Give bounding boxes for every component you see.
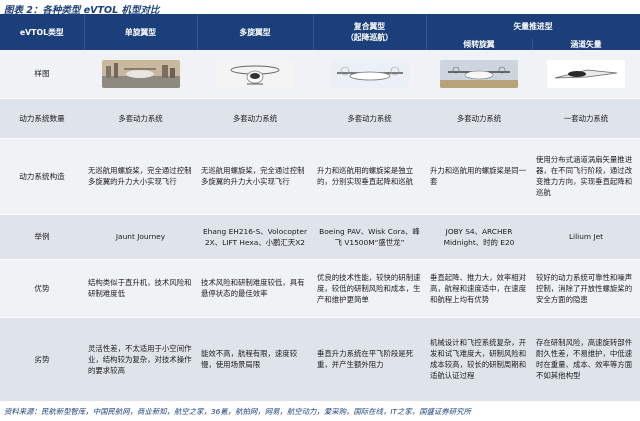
ducted-vector-jet-image xyxy=(547,59,625,88)
header-tilt-rotor: 倾转旋翼 xyxy=(426,38,533,50)
examples-ducted-vector: Lilium Jet xyxy=(532,214,640,260)
count-single-rotor: 多套动力系统 xyxy=(84,98,197,139)
multi-rotor-aircraft-image xyxy=(216,59,294,88)
examples-compound-wing: Boeing PAV、Wisk Cora、峰飞 V1500M“盛世龙” xyxy=(313,214,426,260)
structure-tilt-rotor: 升力和巡航用的螺旋桨是同一套 xyxy=(426,138,532,215)
structure-ducted-vector: 使用分布式涵道涡扇矢量推进器，在不同飞行阶段，通过改变推力方向，实现垂直起降和巡… xyxy=(532,138,640,215)
row-label-examples: 举例 xyxy=(0,214,84,260)
tilt-rotor-aircraft-image xyxy=(440,59,518,88)
image-single-rotor xyxy=(84,50,197,99)
row-count: 动力系统数量 多套动力系统 多套动力系统 多套动力系统 多套动力系统 一套动力系… xyxy=(0,98,640,139)
row-pros: 优势 结构类似于直升机，技术风险和研制难度低 技术风险和研制难度较低，具有悬停状… xyxy=(0,259,640,318)
image-multi-rotor xyxy=(197,50,313,99)
header-multi-rotor: 多旋翼型 xyxy=(197,14,314,50)
image-ducted-vector xyxy=(532,50,640,99)
pros-multi-rotor: 技术风险和研制难度较低，具有悬停状态的最佳效率 xyxy=(197,259,313,318)
examples-multi-rotor: Ehang EH216-S、Volocopter 2X、LIFT Hexa、小鹏… xyxy=(197,214,313,260)
examples-tilt-rotor: JOBY S4、ARCHER Midnight、时的 E20 xyxy=(426,214,532,260)
count-compound-wing: 多套动力系统 xyxy=(313,98,426,139)
row-label-structure: 动力系统构造 xyxy=(0,138,84,215)
row-cons: 劣势 灵活性差，不太适用于小空间作业，结构较为复杂，对技术操作的要求较高 能效不… xyxy=(0,317,640,402)
cons-multi-rotor: 能效不高，航程有限，速度较慢，使用场景局限 xyxy=(197,317,313,402)
row-image: 样图 xyxy=(0,50,640,99)
cons-single-rotor: 灵活性差，不太适用于小空间作业，结构较为复杂，对技术操作的要求较高 xyxy=(84,317,197,402)
pros-single-rotor: 结构类似于直升机，技术风险和研制难度低 xyxy=(84,259,197,318)
row-label-cons: 劣势 xyxy=(0,317,84,402)
header-evtol-type: eVTOL类型 xyxy=(0,14,85,50)
row-examples: 举例 Jaunt Journey Ehang EH216-S、Volocopte… xyxy=(0,214,640,260)
row-label-image: 样图 xyxy=(0,50,84,99)
count-tilt-rotor: 多套动力系统 xyxy=(426,98,532,139)
pros-tilt-rotor: 垂直起降、推力大，效率相对高，航程和速度适中，在速度和航程上均有优势 xyxy=(426,259,532,318)
header-single-rotor: 单旋翼型 xyxy=(84,14,198,50)
source-note: 资料来源：民航新型智库，中国民航网，商业新知，航空之家，36氪，航拍网，网易，航… xyxy=(4,407,471,416)
compound-wing-aircraft-image xyxy=(330,59,409,88)
cons-compound-wing: 垂直升力系统在平飞阶段是死重，并产生额外阻力 xyxy=(313,317,426,402)
header-compound-wing-label: 复合翼型 xyxy=(353,22,386,31)
image-compound-wing xyxy=(313,50,426,99)
image-tilt-rotor xyxy=(426,50,532,99)
row-label-pros: 优势 xyxy=(0,259,84,318)
structure-compound-wing: 升力和巡航用的螺旋桨是独立的，分别实现垂直起降和巡航 xyxy=(313,138,426,215)
row-structure: 动力系统构造 无巡航用螺旋桨，完全通过控制多旋翼的升力大小实现飞行 无巡航用螺旋… xyxy=(0,138,640,215)
structure-multi-rotor: 无巡航用螺旋桨，完全通过控制多旋翼的升力大小实现飞行 xyxy=(197,138,313,215)
count-ducted-vector: 一套动力系统 xyxy=(532,98,640,139)
header-compound-wing-sub: （起降巡航） xyxy=(346,33,393,42)
structure-single-rotor: 无巡航用螺旋桨，完全通过控制多旋翼的升力大小实现飞行 xyxy=(84,138,197,215)
header-compound-wing: 复合翼型 （起降巡航） xyxy=(313,14,427,50)
cons-tilt-rotor: 机械设计和飞控系统复杂，开发和试飞难度大，研制风险和成本较高，较长的研制周期和适… xyxy=(426,317,532,402)
single-rotor-aircraft-image xyxy=(101,59,180,88)
pros-compound-wing: 优良的技术性能，较快的研制速度，较低的研制风险和成本，生产和维护更简单 xyxy=(313,259,426,318)
comparison-table: eVTOL类型 单旋翼型 多旋翼型 复合翼型 （起降巡航） 矢量推进型 倾转旋翼… xyxy=(0,14,640,402)
count-multi-rotor: 多套动力系统 xyxy=(197,98,313,139)
header-ducted-vector: 涵道矢量 xyxy=(532,38,640,50)
pros-ducted-vector: 较好的动力系统可靠性和噪声控制，消除了开放性螺旋桨的安全方面的隐患 xyxy=(532,259,640,318)
cons-ducted-vector: 存在研制风险，高速旋转部件耐久性差，不易维护，中低速时在重量、成本、效率等方面不… xyxy=(532,317,640,402)
header-vector-thrust: 矢量推进型 xyxy=(426,14,640,38)
row-label-count: 动力系统数量 xyxy=(0,98,84,139)
examples-single-rotor: Jaunt Journey xyxy=(84,214,197,260)
page: { "title": "图表 2：各种类型 eVTOL 机型对比", "head… xyxy=(0,0,640,421)
